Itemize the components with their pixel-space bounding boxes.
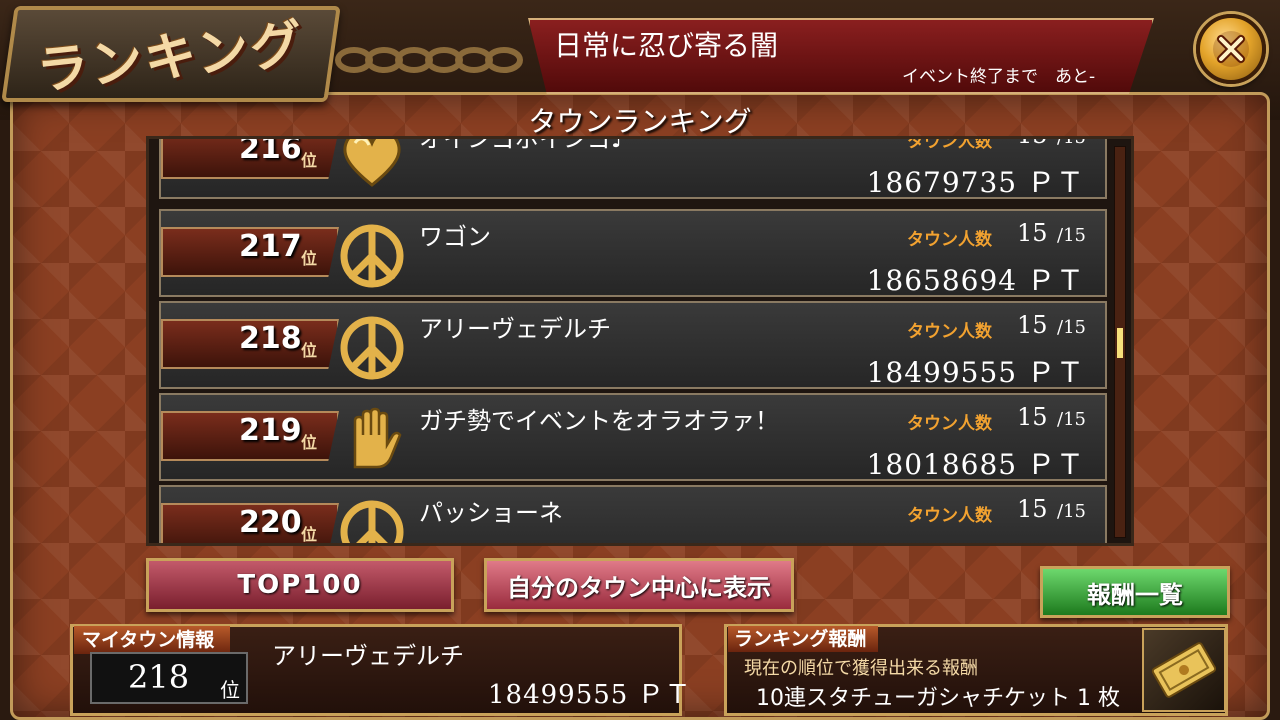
top100-button[interactable]: TOP100 xyxy=(146,558,454,612)
close-button[interactable] xyxy=(1196,14,1266,84)
member-count: 15 xyxy=(1017,495,1048,523)
rank-number: 217 xyxy=(239,229,302,264)
count-label: タウン人数 xyxy=(907,136,992,152)
town-points: 18658694 ＰＴ xyxy=(866,264,1085,297)
rank-number: 218 xyxy=(239,321,302,356)
rank-suffix: 位 xyxy=(301,433,318,452)
rank-suffix: 位 xyxy=(301,525,318,544)
rank-suffix: 位 xyxy=(301,341,318,360)
ranking-reward-label: ランキング報酬 xyxy=(728,626,878,652)
event-title: 日常に忍び寄る闇 xyxy=(554,29,779,62)
member-count: 15 xyxy=(1017,403,1048,431)
town-name: オインゴボインゴ♪ xyxy=(419,136,627,153)
rank-number: 219 xyxy=(239,413,302,448)
member-max: /15 xyxy=(1057,501,1086,522)
ranking-row[interactable]: 217 位 ワゴン タウン人数 15 /15 18658694 ＰＴ xyxy=(159,209,1107,297)
member-max: /15 xyxy=(1057,225,1086,246)
my-rank-suffix: 位 xyxy=(220,678,240,702)
member-max: /15 xyxy=(1057,317,1086,338)
ranking-reward-subtitle: 現在の順位で獲得出来る報酬 xyxy=(744,658,978,679)
ranking-row[interactable]: 216 位 オインゴボインゴ♪ タウン人数 15 /15 18679735 ＰＴ xyxy=(159,136,1107,199)
town-name: アリーヴェデルチ xyxy=(419,315,611,343)
close-icon xyxy=(1213,31,1249,67)
list-scrollbar-thumb[interactable] xyxy=(1117,328,1123,358)
ranking-row[interactable]: 218 位 アリーヴェデルチ タウン人数 15 /15 18499555 ＰＴ xyxy=(159,301,1107,389)
hand-icon xyxy=(353,407,402,469)
member-max: /15 xyxy=(1057,409,1086,430)
rank-number: 220 xyxy=(239,505,302,540)
ranking-list[interactable]: 216 位 オインゴボインゴ♪ タウン人数 15 /15 18679735 ＰＴ… xyxy=(146,136,1134,546)
town-name: ガチ勢でイベントをオラオラァ！ xyxy=(419,407,779,435)
count-label: タウン人数 xyxy=(907,414,992,434)
peace-icon xyxy=(340,500,404,543)
my-rank-number: 218 xyxy=(128,658,190,696)
peace-icon xyxy=(340,316,404,380)
rank-suffix: 位 xyxy=(301,249,318,268)
member-count: 15 xyxy=(1017,139,1048,149)
town-points: 18679735 ＰＴ xyxy=(866,166,1085,199)
my-town-points: 18499555 ＰＴ xyxy=(488,680,692,710)
event-remaining: イベント終了まで あと- xyxy=(902,67,1096,87)
town-points: 17978840 ＰＴ xyxy=(867,535,1085,543)
reward-list-button[interactable]: 報酬一覧 xyxy=(1040,566,1230,618)
ranking-row[interactable]: 219 位 ガチ勢でイベントをオラオラァ！ タウン人数 15 /15 18018… xyxy=(159,393,1107,481)
heart-icon xyxy=(343,139,401,187)
rank-suffix: 位 xyxy=(301,151,318,170)
my-town-label: マイタウン情報 xyxy=(74,626,230,654)
section-title: タウンランキング xyxy=(528,105,752,138)
town-points: 18499555 ＰＴ xyxy=(866,356,1085,389)
town-points: 18018685 ＰＴ xyxy=(866,448,1085,481)
member-count: 15 xyxy=(1017,311,1048,339)
chain-decoration xyxy=(335,47,523,73)
ranking-reward-item: 10連スタチューガシャチケット 1 枚 xyxy=(756,686,1120,711)
member-max: /15 xyxy=(1057,136,1086,148)
rank-number: 216 xyxy=(239,136,302,166)
ranking-row[interactable]: 220 位 パッショーネ タウン人数 15 /15 17978840 ＰＴ xyxy=(159,485,1107,544)
town-name: ワゴン xyxy=(419,223,491,251)
count-label: タウン人数 xyxy=(907,230,992,250)
count-label: タウン人数 xyxy=(907,506,992,526)
center-my-town-button[interactable]: 自分のタウン中心に表示 xyxy=(484,558,794,612)
my-town-name: アリーヴェデルチ xyxy=(272,642,464,670)
peace-icon xyxy=(340,224,404,288)
member-count: 15 xyxy=(1017,219,1048,247)
town-name: パッショーネ xyxy=(419,499,563,527)
count-label: タウン人数 xyxy=(907,322,992,342)
gacha-ticket-icon xyxy=(1142,628,1226,712)
